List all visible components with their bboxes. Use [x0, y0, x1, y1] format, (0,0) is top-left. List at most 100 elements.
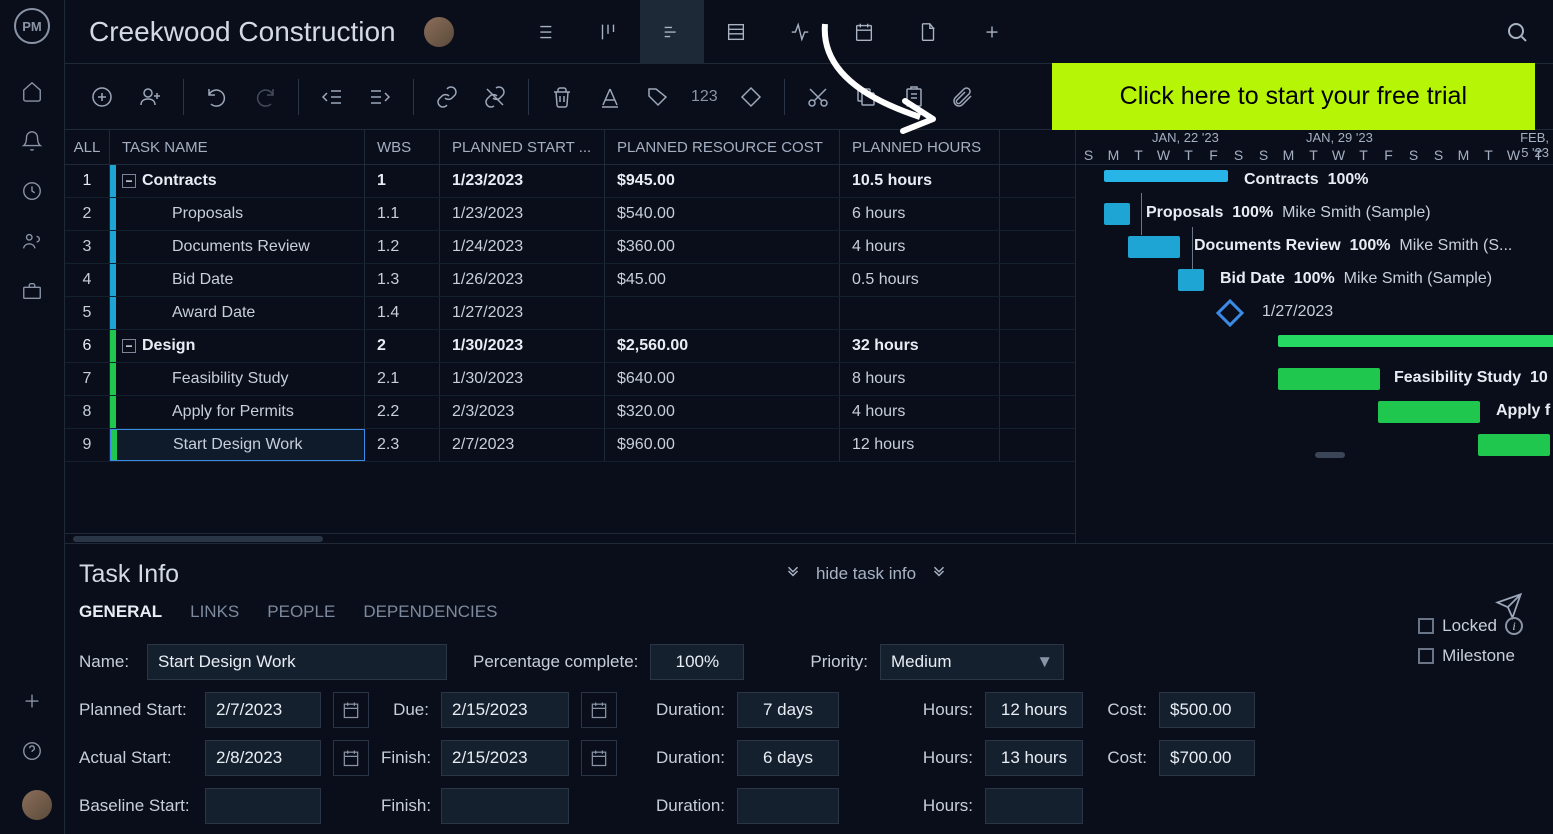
col-start[interactable]: PLANNED START ... — [440, 130, 605, 164]
view-add[interactable] — [960, 0, 1024, 64]
view-file[interactable] — [896, 0, 960, 64]
col-all[interactable]: ALL — [65, 130, 110, 164]
astart-input[interactable] — [205, 740, 321, 776]
bhours-input[interactable] — [985, 788, 1083, 824]
col-cost[interactable]: PLANNED RESOURCE COST — [605, 130, 840, 164]
col-name[interactable]: TASK NAME — [110, 130, 365, 164]
help-icon[interactable] — [21, 740, 43, 762]
locked-checkbox[interactable]: Lockedi — [1418, 616, 1523, 636]
calendar-icon[interactable] — [581, 740, 617, 776]
table-row[interactable]: 8Apply for Permits2.22/3/2023$320.004 ho… — [65, 396, 1075, 429]
gantt-day: S — [1226, 147, 1251, 164]
paste-button[interactable] — [895, 78, 933, 116]
chevron-down-icon[interactable] — [930, 565, 948, 583]
gantt-day: F — [1201, 147, 1226, 164]
table-header: ALL TASK NAME WBS PLANNED START ... PLAN… — [65, 130, 1075, 165]
table-row[interactable]: 9Start Design Work2.32/7/2023$960.0012 h… — [65, 429, 1075, 462]
view-list[interactable] — [512, 0, 576, 64]
col-wbs[interactable]: WBS — [365, 130, 440, 164]
h-scrollbar[interactable] — [65, 533, 1075, 543]
bfinish-input[interactable] — [441, 788, 569, 824]
info-icon[interactable]: i — [1505, 617, 1523, 635]
tag-button[interactable] — [639, 78, 677, 116]
calendar-icon[interactable] — [333, 692, 369, 728]
gantt-month: JAN, 22 '23 — [1076, 130, 1252, 147]
cut-button[interactable] — [799, 78, 837, 116]
hide-task-info[interactable]: hide task info — [816, 564, 916, 584]
view-calendar[interactable] — [832, 0, 896, 64]
add-task-button[interactable] — [83, 78, 121, 116]
text-button[interactable] — [591, 78, 629, 116]
table-row[interactable]: 4Bid Date1.31/26/2023$45.000.5 hours — [65, 264, 1075, 297]
indent-button[interactable] — [361, 78, 399, 116]
pstart-input[interactable] — [205, 692, 321, 728]
logo[interactable]: PM — [14, 8, 50, 44]
collapse-icon[interactable]: − — [122, 339, 136, 353]
redo-button[interactable] — [246, 78, 284, 116]
add-user-button[interactable] — [131, 78, 169, 116]
gantt-day: M — [1101, 147, 1126, 164]
table-row[interactable]: 5Award Date1.41/27/2023 — [65, 297, 1075, 330]
gantt-day: S — [1076, 147, 1101, 164]
view-gantt[interactable] — [640, 0, 704, 64]
tab-people[interactable]: PEOPLE — [267, 602, 335, 622]
user-avatar[interactable] — [22, 790, 52, 820]
gantt-day: W — [1326, 147, 1351, 164]
task-name: Proposals — [172, 205, 243, 223]
tab-general[interactable]: GENERAL — [79, 602, 162, 622]
gantt-day: T — [1526, 147, 1551, 164]
finish-input[interactable] — [441, 740, 569, 776]
users-icon[interactable] — [21, 230, 43, 252]
attach-button[interactable] — [943, 78, 981, 116]
hours2-input[interactable] — [985, 740, 1083, 776]
col-hours[interactable]: PLANNED HOURS — [840, 130, 1000, 164]
bdur-input[interactable] — [737, 788, 839, 824]
pct-input[interactable] — [650, 644, 744, 680]
priority-select[interactable]: Medium▼ — [880, 644, 1064, 680]
tab-dependencies[interactable]: DEPENDENCIES — [363, 602, 497, 622]
table-row[interactable]: 7Feasibility Study2.11/30/2023$640.008 h… — [65, 363, 1075, 396]
gantt-scrollbar[interactable] — [1315, 452, 1345, 458]
calendar-icon[interactable] — [333, 740, 369, 776]
bell-icon[interactable] — [21, 130, 43, 152]
table-row[interactable]: 6−Design21/30/2023$2,560.0032 hours — [65, 330, 1075, 363]
briefcase-icon[interactable] — [21, 280, 43, 302]
table-row[interactable]: 1−Contracts11/23/2023$945.0010.5 hours — [65, 165, 1075, 198]
undo-button[interactable] — [198, 78, 236, 116]
task-name: Design — [142, 337, 195, 355]
chevron-down-icon[interactable] — [784, 565, 802, 583]
clock-icon[interactable] — [21, 180, 43, 202]
bstart-input[interactable] — [205, 788, 321, 824]
delete-button[interactable] — [543, 78, 581, 116]
cta-button[interactable]: Click here to start your free trial — [1052, 63, 1535, 130]
link-button[interactable] — [428, 78, 466, 116]
name-input[interactable] — [147, 644, 447, 680]
unlink-button[interactable] — [476, 78, 514, 116]
cost1-input[interactable] — [1159, 692, 1255, 728]
milestone-checkbox[interactable]: Milestone — [1418, 646, 1523, 666]
copy-button[interactable] — [847, 78, 885, 116]
tab-links[interactable]: LINKS — [190, 602, 239, 622]
milestone-button[interactable] — [732, 78, 770, 116]
search-icon[interactable] — [1505, 20, 1529, 44]
view-board[interactable] — [576, 0, 640, 64]
view-sheet[interactable] — [704, 0, 768, 64]
project-avatar[interactable] — [424, 17, 454, 47]
gantt-month: FEB, 5 '23 — [1457, 130, 1553, 147]
collapse-icon[interactable]: − — [122, 174, 136, 188]
cost2-input[interactable] — [1159, 740, 1255, 776]
hours1-input[interactable] — [985, 692, 1083, 728]
dur2-input[interactable] — [737, 740, 839, 776]
table-row[interactable]: 2Proposals1.11/23/2023$540.006 hours — [65, 198, 1075, 231]
gantt-day: T — [1476, 147, 1501, 164]
gantt-month: JAN, 29 '23 — [1252, 130, 1457, 147]
task-name: Bid Date — [172, 271, 233, 289]
outdent-button[interactable] — [313, 78, 351, 116]
home-icon[interactable] — [21, 80, 43, 102]
table-row[interactable]: 3Documents Review1.21/24/2023$360.004 ho… — [65, 231, 1075, 264]
dur1-input[interactable] — [737, 692, 839, 728]
calendar-icon[interactable] — [581, 692, 617, 728]
view-activity[interactable] — [768, 0, 832, 64]
due-input[interactable] — [441, 692, 569, 728]
plus-icon[interactable] — [21, 690, 43, 712]
